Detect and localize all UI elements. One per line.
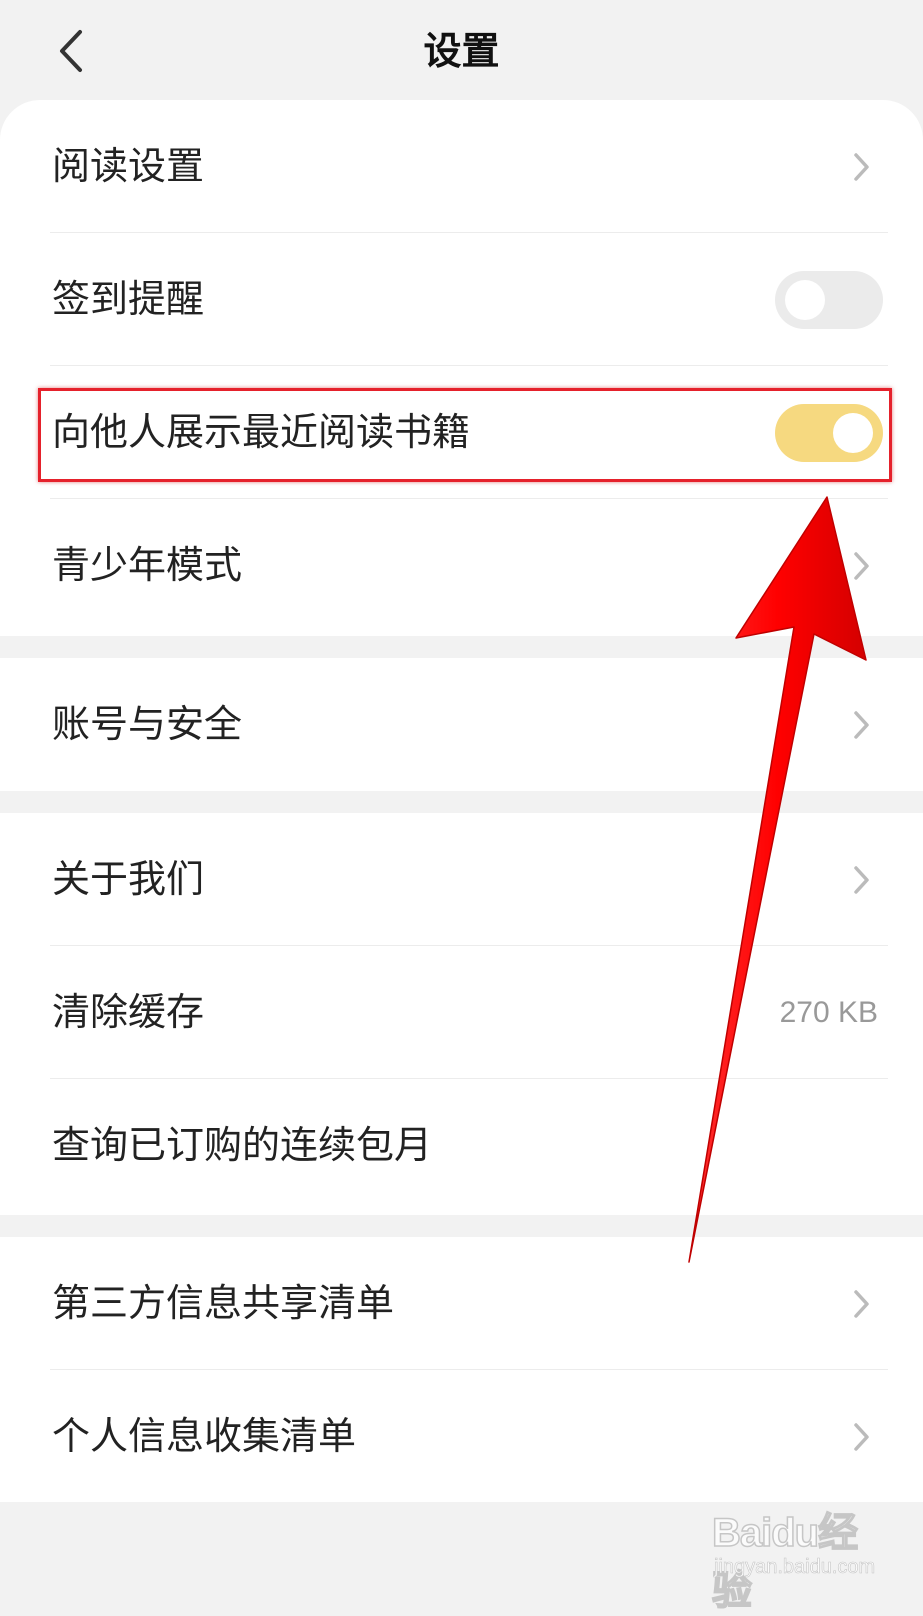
chevron-right-icon xyxy=(854,1289,869,1318)
page-title: 设置 xyxy=(423,29,500,73)
row-label: 签到提醒 xyxy=(52,277,205,321)
row-label: 清除缓存 xyxy=(52,990,205,1034)
row-label: 青少年模式 xyxy=(52,543,243,587)
watermark-url: jingyan.baidu.com xyxy=(714,1556,876,1579)
baidu-jingyan-watermark: Baidu经验 jingyan.baidu.com xyxy=(711,1500,882,1614)
personal-info-collection-row[interactable]: 个人信息收集清单 xyxy=(0,1370,923,1503)
header-bar: 设置 xyxy=(0,0,923,100)
checkin-reminder-toggle[interactable] xyxy=(775,270,883,329)
checkin-reminder-row: 签到提醒 xyxy=(0,233,923,366)
chevron-right-icon xyxy=(854,551,869,580)
teen-mode-row[interactable]: 青少年模式 xyxy=(0,499,923,632)
row-label: 账号与安全 xyxy=(52,702,243,746)
toggle-knob xyxy=(833,412,873,453)
row-label: 阅读设置 xyxy=(52,144,205,188)
row-label: 向他人展示最近阅读书籍 xyxy=(52,410,471,454)
reading-settings-row[interactable]: 阅读设置 xyxy=(0,100,923,233)
third-party-sharing-row[interactable]: 第三方信息共享清单 xyxy=(0,1237,923,1370)
cache-size-value: 270 KB xyxy=(779,996,878,1029)
toggle-knob xyxy=(785,279,825,320)
about-us-row[interactable]: 关于我们 xyxy=(0,813,923,946)
show-recent-books-row: 向他人展示最近阅读书籍 xyxy=(0,366,923,499)
settings-section-privacy: 第三方信息共享清单 个人信息收集清单 xyxy=(0,1237,923,1502)
chevron-right-icon xyxy=(854,865,869,894)
chevron-right-icon xyxy=(854,152,869,181)
row-label: 查询已订购的连续包月 xyxy=(52,1123,433,1167)
show-recent-books-toggle[interactable] xyxy=(775,403,883,462)
settings-section-about: 关于我们 清除缓存 270 KB 查询已订购的连续包月 xyxy=(0,813,923,1215)
row-label: 关于我们 xyxy=(52,857,205,901)
chevron-right-icon xyxy=(854,710,869,739)
row-label: 第三方信息共享清单 xyxy=(52,1281,395,1325)
chevron-right-icon xyxy=(854,1422,869,1451)
settings-section-account: 账号与安全 xyxy=(0,658,923,791)
settings-section-general: 阅读设置 签到提醒 向他人展示最近阅读书籍 青少年模式 xyxy=(0,100,923,636)
clear-cache-row[interactable]: 清除缓存 270 KB xyxy=(0,946,923,1079)
account-security-row[interactable]: 账号与安全 xyxy=(0,658,923,791)
row-label: 个人信息收集清单 xyxy=(52,1414,357,1458)
monthly-subscription-row[interactable]: 查询已订购的连续包月 xyxy=(0,1079,923,1212)
